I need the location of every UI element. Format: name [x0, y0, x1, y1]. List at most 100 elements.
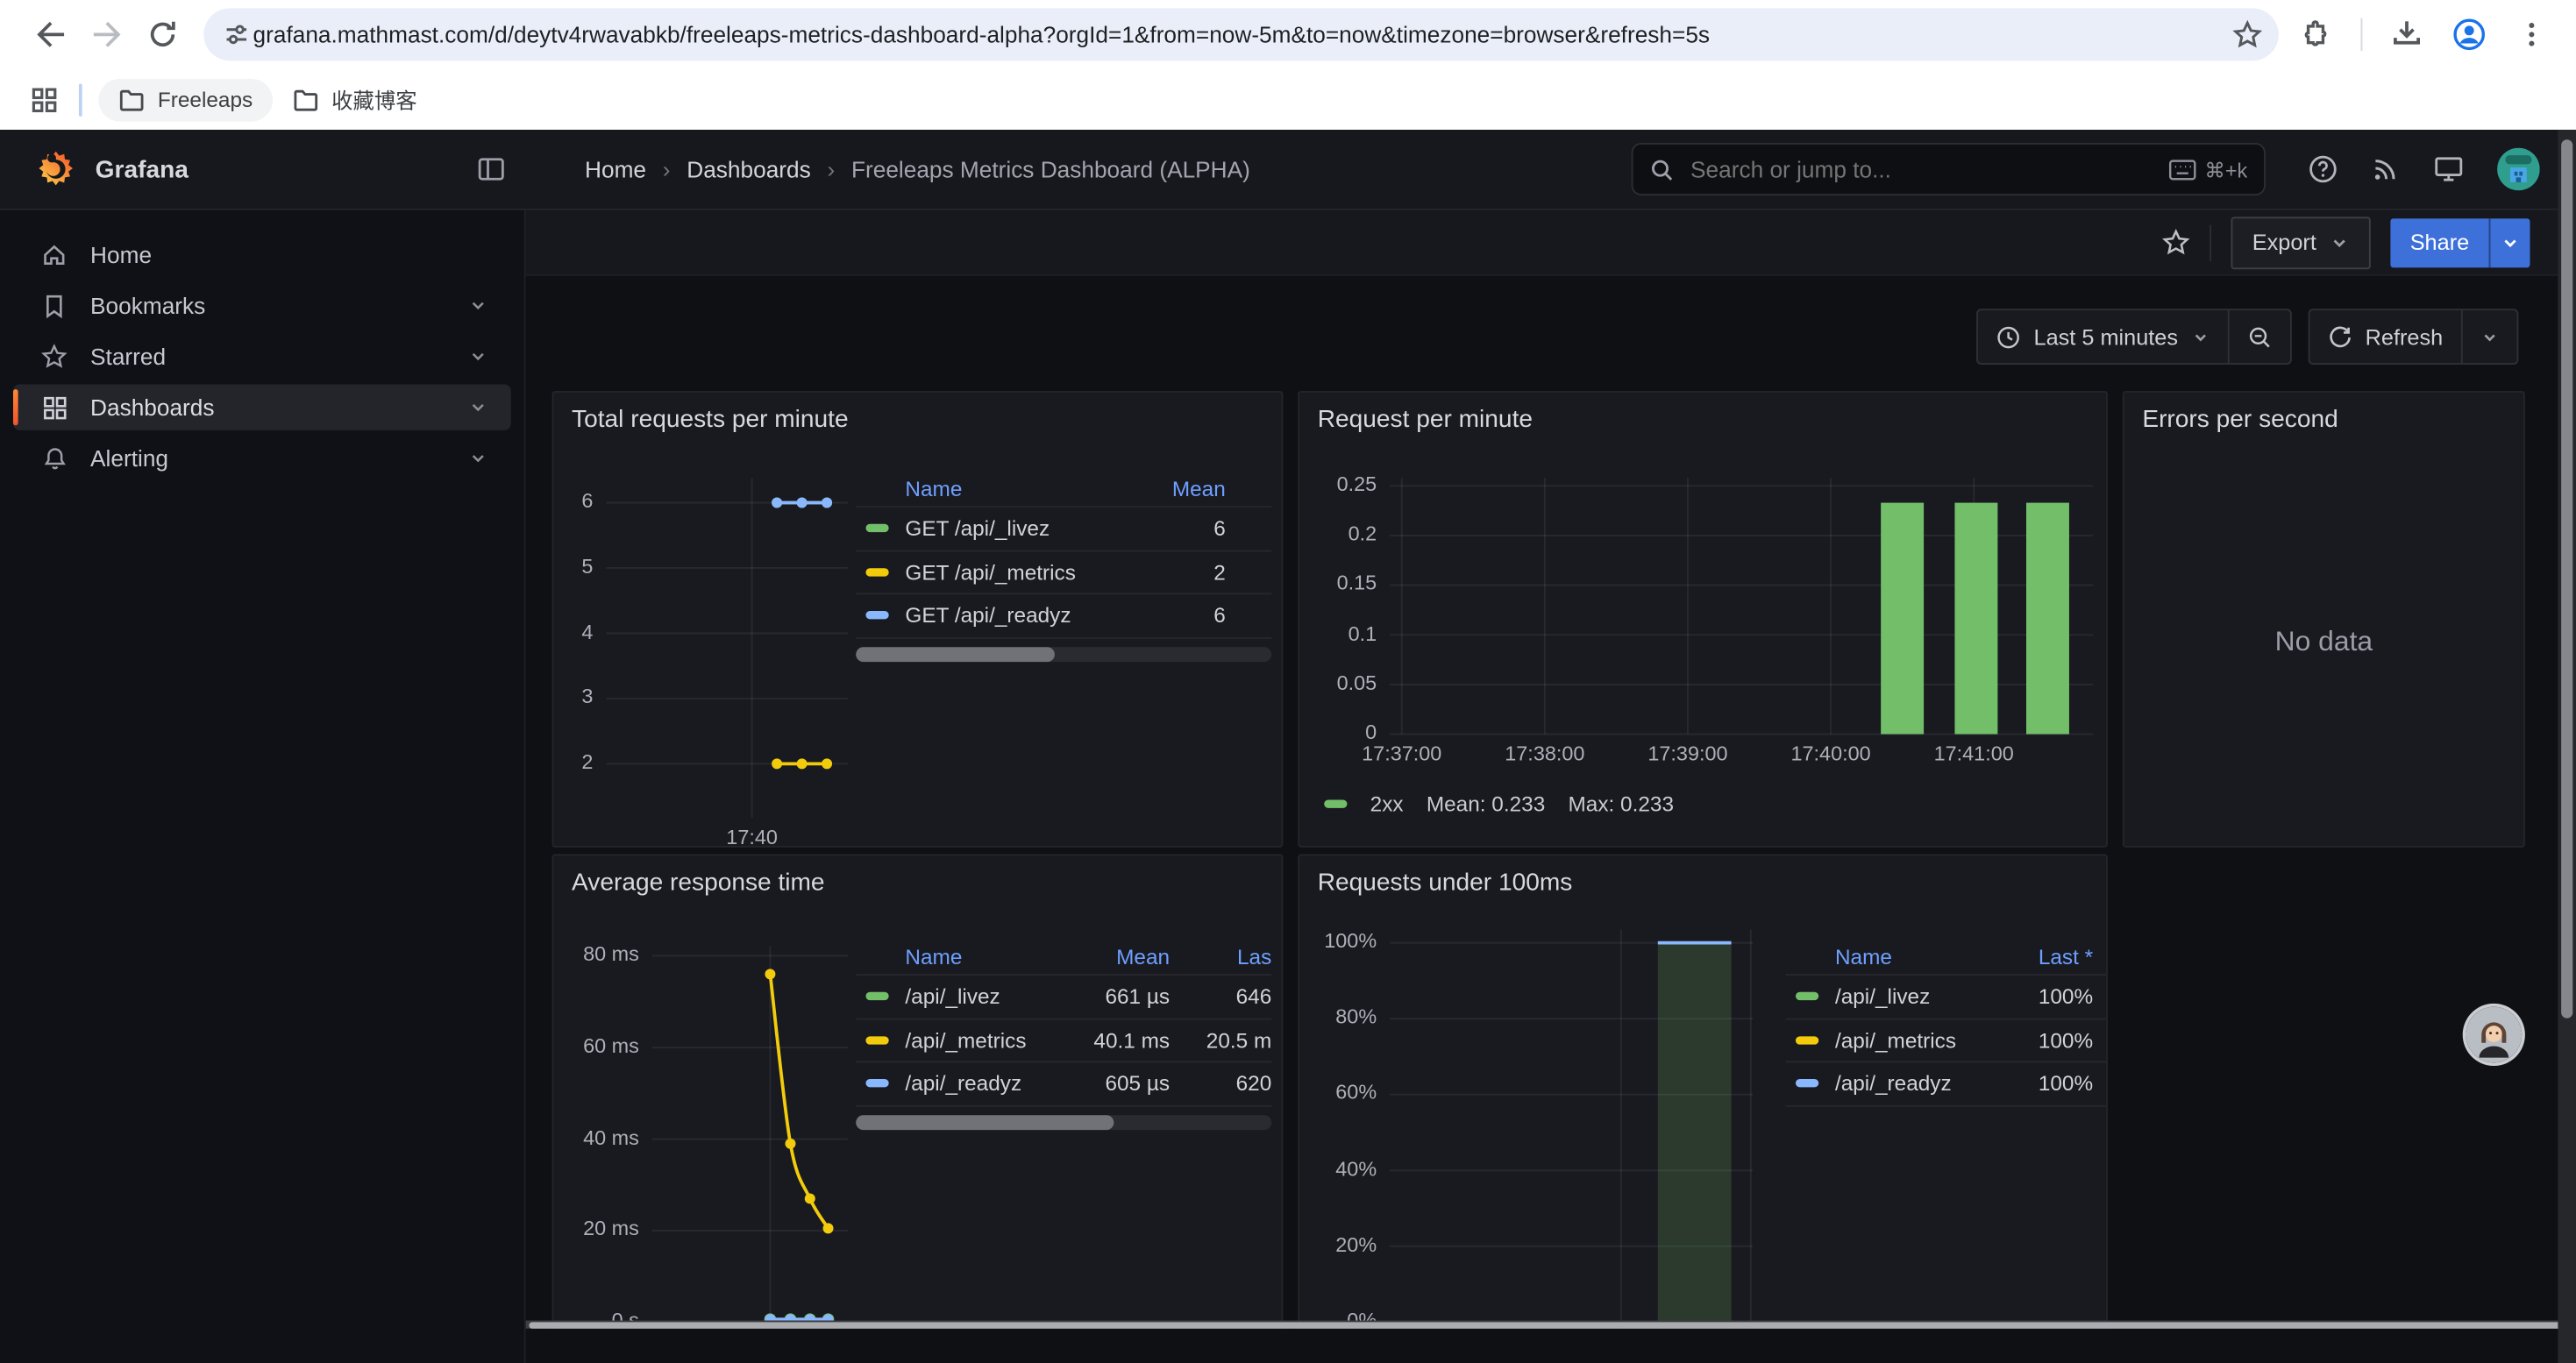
- dashboards-icon: [41, 395, 68, 420]
- chart-plot[interactable]: [1390, 478, 2093, 734]
- legend-table-row[interactable]: GET /api/_livez6: [856, 506, 1271, 550]
- help-icon[interactable]: [2309, 154, 2338, 184]
- sidebar-toggle-icon[interactable]: [476, 154, 506, 184]
- legend-table: NameMeanGET /api/_livez6GET /api/_metric…: [856, 470, 1271, 661]
- share-dropdown-chevron-icon[interactable]: [2489, 217, 2530, 266]
- table-scrollbar[interactable]: [856, 646, 1271, 661]
- y-tick-label: 80%: [1299, 1005, 1377, 1028]
- search-shortcut: ⌘+k: [2168, 157, 2247, 181]
- bookmark-label: 收藏博客: [331, 84, 416, 116]
- vertical-scrollbar[interactable]: [2558, 130, 2576, 1363]
- chart-plot[interactable]: [1390, 930, 1753, 1323]
- address-bar[interactable]: [203, 8, 2279, 60]
- grafana-header: Grafana Home › Dashboards › Freeleaps Me…: [0, 130, 2576, 210]
- chart-plot[interactable]: [652, 946, 848, 1329]
- y-tick-label: 80 ms: [553, 942, 638, 965]
- chevron-down-icon[interactable]: [468, 295, 487, 315]
- downloads-icon[interactable]: [2379, 6, 2435, 62]
- sidebar-nav: Home Bookmarks Starred Dashboards Alerti…: [0, 210, 526, 1363]
- chart-plot[interactable]: [606, 478, 847, 818]
- monitor-icon[interactable]: [2433, 154, 2465, 184]
- bookmarks-bar: Freeleaps 收藏博客: [0, 69, 2576, 130]
- series-color-pill: [1796, 992, 1818, 1000]
- y-tick-label: 40%: [1299, 1157, 1377, 1180]
- favorite-star-icon[interactable]: [2162, 228, 2190, 256]
- zoom-out-button[interactable]: [2229, 310, 2289, 363]
- series-color-pill: [865, 1080, 888, 1088]
- sidebar-item-alerting[interactable]: Alerting: [13, 436, 511, 481]
- legend-table-row[interactable]: /api/_metrics40.1 ms20.5 m: [856, 1018, 1271, 1061]
- sidebar-item-dashboards[interactable]: Dashboards: [13, 384, 511, 429]
- chevron-down-icon: [2330, 232, 2349, 252]
- panel-title[interactable]: Average response time: [572, 869, 825, 897]
- bookmark-label: Freeleaps: [158, 87, 253, 111]
- time-range-picker[interactable]: Last 5 minutes: [1978, 310, 2227, 363]
- refresh-group: Refresh: [2308, 309, 2518, 365]
- clock-icon: [1996, 324, 2020, 349]
- apps-grid-icon[interactable]: [23, 78, 66, 121]
- y-tick-label: 100%: [1299, 930, 1377, 953]
- chevron-down-icon[interactable]: [468, 397, 487, 416]
- share-button-label[interactable]: Share: [2390, 217, 2488, 266]
- horizontal-scrollbar-thumb[interactable]: [529, 1321, 2565, 1327]
- sidebar-item-bookmarks[interactable]: Bookmarks: [13, 282, 511, 328]
- extensions-icon[interactable]: [2288, 6, 2345, 62]
- panel-title[interactable]: Errors per second: [2142, 406, 2338, 434]
- export-button[interactable]: Export: [2231, 216, 2370, 268]
- legend-table-row[interactable]: /api/_readyz605 µs620: [856, 1061, 1271, 1104]
- breadcrumb-home[interactable]: Home: [585, 156, 646, 182]
- toolbar-divider: [2361, 18, 2363, 51]
- legend-table-row[interactable]: /api/_livez100%: [1786, 974, 2106, 1018]
- legend-table-header: NameMeanLas: [856, 938, 1271, 974]
- y-tick-label: 6: [553, 490, 593, 513]
- menu-kebab-icon[interactable]: [2504, 6, 2560, 62]
- series-color-pill: [1796, 1036, 1818, 1044]
- refresh-button[interactable]: Refresh: [2309, 310, 2461, 363]
- user-avatar[interactable]: [2497, 148, 2540, 191]
- panel-average-response-time: Average response time NameMeanLas/api/_l…: [552, 854, 1284, 1329]
- breadcrumb-dashboards[interactable]: Dashboards: [687, 156, 810, 182]
- bookmark-folder-blogs[interactable]: 收藏博客: [273, 78, 437, 121]
- legend-stat: Max: 0.233: [1568, 792, 1674, 816]
- keyboard-icon: [2168, 159, 2196, 180]
- table-scrollbar[interactable]: [856, 1114, 1271, 1129]
- vertical-scrollbar-thumb[interactable]: [2561, 139, 2572, 1018]
- back-icon[interactable]: [23, 6, 79, 62]
- assistant-avatar[interactable]: [2466, 1007, 2522, 1063]
- home-icon: [41, 241, 68, 267]
- legend-table-row[interactable]: GET /api/_readyz6: [856, 593, 1271, 636]
- site-settings-icon[interactable]: [224, 21, 250, 47]
- share-button[interactable]: Share: [2390, 217, 2530, 266]
- chevron-down-icon[interactable]: [468, 449, 487, 468]
- bookmark-folder-freeleaps[interactable]: Freeleaps: [98, 78, 272, 121]
- panel-title[interactable]: Total requests per minute: [572, 406, 849, 434]
- news-rss-icon[interactable]: [2371, 154, 2401, 184]
- legend-table-row[interactable]: /api/_readyz100%: [1786, 1061, 2106, 1104]
- legend-table-row[interactable]: /api/_metrics100%: [1786, 1018, 2106, 1061]
- url-input[interactable]: [250, 19, 2233, 49]
- sidebar-item-starred[interactable]: Starred: [13, 333, 511, 379]
- reload-icon[interactable]: [135, 6, 191, 62]
- refresh-label: Refresh: [2366, 324, 2444, 349]
- chevron-down-icon[interactable]: [468, 346, 487, 366]
- profile-icon[interactable]: [2441, 6, 2497, 62]
- panel-title[interactable]: Requests under 100ms: [1318, 869, 1573, 897]
- y-tick-label: 40 ms: [553, 1125, 638, 1148]
- legend-table-row[interactable]: /api/_livez661 µs646: [856, 974, 1271, 1018]
- search-box[interactable]: ⌘+k: [1632, 143, 2266, 195]
- bookmark-star-icon[interactable]: [2232, 19, 2262, 49]
- product-name: Grafana: [96, 155, 189, 183]
- x-tick-label: 17:37:00: [1362, 742, 1441, 765]
- horizontal-scrollbar[interactable]: [526, 1320, 2576, 1328]
- legend-table-row[interactable]: GET /api/_metrics2: [856, 550, 1271, 593]
- series-color-pill: [1324, 800, 1347, 808]
- sidebar-item-home[interactable]: Home: [13, 231, 511, 277]
- chart-legend[interactable]: 2xxMean: 0.233Max: 0.233: [1324, 792, 1674, 816]
- series-color-pill: [865, 992, 888, 1000]
- refresh-interval-dropdown[interactable]: [2463, 310, 2517, 363]
- panel-title[interactable]: Request per minute: [1318, 406, 1533, 434]
- search-input[interactable]: [1687, 154, 2168, 184]
- bell-icon: [41, 446, 68, 471]
- forward-icon[interactable]: [79, 6, 135, 62]
- legend-series-label[interactable]: 2xx: [1370, 792, 1404, 816]
